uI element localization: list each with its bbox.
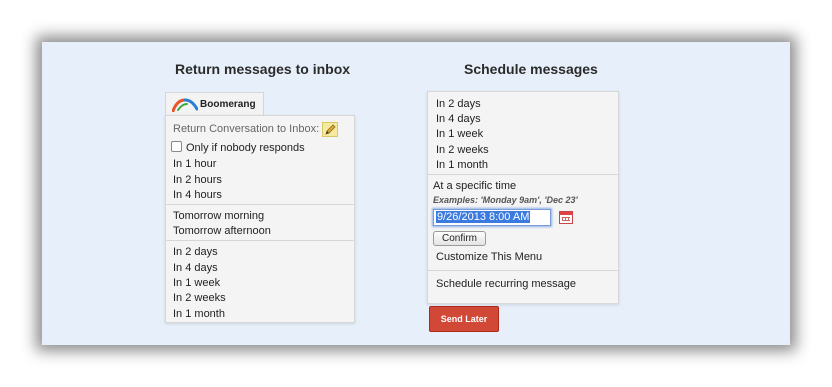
only-if-nobody-responds-checkbox[interactable]: Only if nobody responds <box>171 141 305 154</box>
return-option-tomorrow-afternoon[interactable]: Tomorrow afternoon <box>173 225 271 237</box>
datetime-value: 9/26/2013 8:00 AM <box>436 211 531 223</box>
boomerang-tab-label: Boomerang <box>200 99 256 110</box>
boomerang-tab[interactable]: Boomerang <box>165 92 264 116</box>
return-option-in-2-hours[interactable]: In 2 hours <box>173 174 222 186</box>
confirm-button[interactable]: Confirm <box>433 231 486 246</box>
checkbox-label: Only if nobody responds <box>186 142 305 154</box>
return-option-in-1-week[interactable]: In 1 week <box>173 277 220 289</box>
datetime-input[interactable]: 9/26/2013 8:00 AM <box>433 209 551 226</box>
calendar-icon[interactable] <box>559 211 573 224</box>
divider <box>166 204 354 205</box>
return-option-in-2-days[interactable]: In 2 days <box>173 246 218 258</box>
divider <box>428 174 618 175</box>
return-menu-title: Return Conversation to Inbox: <box>173 123 320 135</box>
examples-hint: Examples: 'Monday 9am', 'Dec 23' <box>433 195 578 205</box>
return-option-in-1-hour[interactable]: In 1 hour <box>173 158 216 170</box>
schedule-option-in-2-weeks[interactable]: In 2 weeks <box>436 144 489 156</box>
return-option-in-4-days[interactable]: In 4 days <box>173 262 218 274</box>
return-messages-heading: Return messages to inbox <box>175 61 351 77</box>
schedule-option-in-4-days[interactable]: In 4 days <box>436 113 481 125</box>
specific-time-label: At a specific time <box>433 180 517 192</box>
schedule-option-in-2-days[interactable]: In 2 days <box>436 98 481 110</box>
checkbox-box[interactable] <box>171 141 182 152</box>
schedule-messages-heading: Schedule messages <box>464 61 598 77</box>
divider <box>166 240 354 241</box>
return-menu: Return Conversation to Inbox: Only if no… <box>165 115 355 323</box>
customize-menu-link[interactable]: Customize This Menu <box>436 251 542 263</box>
schedule-option-in-1-month[interactable]: In 1 month <box>436 159 488 171</box>
schedule-option-in-1-week[interactable]: In 1 week <box>436 128 483 140</box>
boomerang-logo-icon <box>171 98 199 115</box>
divider <box>428 270 618 271</box>
return-option-in-4-hours[interactable]: In 4 hours <box>173 189 222 201</box>
edit-pencil-icon[interactable] <box>322 122 338 137</box>
return-option-in-2-weeks[interactable]: In 2 weeks <box>173 292 226 304</box>
content-frame <box>42 42 790 345</box>
schedule-menu: In 2 days In 4 days In 1 week In 2 weeks… <box>427 91 619 304</box>
send-later-button[interactable]: Send Later <box>429 306 499 332</box>
schedule-recurring-option[interactable]: Schedule recurring message <box>436 278 576 290</box>
return-option-in-1-month[interactable]: In 1 month <box>173 308 225 320</box>
return-option-tomorrow-morning[interactable]: Tomorrow morning <box>173 210 264 222</box>
